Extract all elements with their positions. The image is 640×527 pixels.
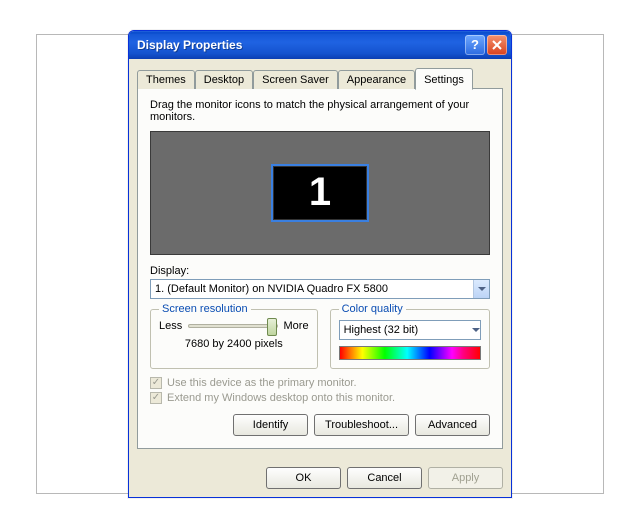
- primary-monitor-checkbox: ✓ Use this device as the primary monitor…: [150, 377, 490, 389]
- dialog-buttons: OK Cancel Apply: [129, 459, 511, 497]
- window-title: Display Properties: [137, 38, 463, 52]
- display-properties-dialog: Display Properties ? Themes Desktop Scre…: [128, 30, 512, 498]
- ok-button[interactable]: OK: [266, 467, 341, 489]
- display-dropdown[interactable]: 1. (Default Monitor) on NVIDIA Quadro FX…: [150, 279, 490, 299]
- titlebar[interactable]: Display Properties ?: [129, 31, 511, 59]
- color-quality-dropdown[interactable]: Highest (32 bit): [339, 320, 481, 340]
- settings-panel: Drag the monitor icons to match the phys…: [137, 88, 503, 449]
- tab-appearance[interactable]: Appearance: [338, 70, 415, 89]
- resolution-group: Screen resolution Less More 7680 by 2400…: [150, 309, 318, 369]
- troubleshoot-button[interactable]: Troubleshoot...: [314, 414, 409, 436]
- resolution-slider-thumb[interactable]: [267, 318, 277, 336]
- color-quality-group: Color quality Highest (32 bit): [330, 309, 490, 369]
- extend-desktop-label: Extend my Windows desktop onto this moni…: [167, 392, 395, 404]
- resolution-more-label: More: [284, 320, 309, 332]
- close-icon: [492, 40, 502, 50]
- tab-desktop[interactable]: Desktop: [195, 70, 253, 89]
- apply-button: Apply: [428, 467, 503, 489]
- help-icon: ?: [471, 37, 479, 52]
- identify-button[interactable]: Identify: [233, 414, 308, 436]
- resolution-value: 7680 by 2400 pixels: [159, 338, 309, 350]
- monitor-number: 1: [309, 170, 331, 215]
- help-button[interactable]: ?: [465, 35, 485, 55]
- tab-settings[interactable]: Settings: [415, 68, 473, 90]
- cancel-button[interactable]: Cancel: [347, 467, 422, 489]
- primary-monitor-label: Use this device as the primary monitor.: [167, 377, 357, 389]
- color-spectrum: [339, 346, 481, 360]
- color-quality-legend: Color quality: [339, 303, 406, 315]
- resolution-slider[interactable]: [188, 324, 277, 328]
- tabstrip: Themes Desktop Screen Saver Appearance S…: [137, 67, 503, 88]
- outer-frame: Display Properties ? Themes Desktop Scre…: [36, 34, 604, 494]
- resolution-legend: Screen resolution: [159, 303, 251, 315]
- display-dropdown-value: 1. (Default Monitor) on NVIDIA Quadro FX…: [155, 283, 473, 295]
- checkbox-icon: ✓: [150, 377, 162, 389]
- arrangement-instruction: Drag the monitor icons to match the phys…: [150, 99, 490, 123]
- checkbox-icon: ✓: [150, 392, 162, 404]
- client-area: Themes Desktop Screen Saver Appearance S…: [129, 59, 511, 459]
- display-label: Display:: [150, 265, 490, 277]
- dropdown-arrow-icon: [473, 280, 489, 298]
- checkboxes: ✓ Use this device as the primary monitor…: [150, 377, 490, 404]
- dropdown-arrow-icon: [472, 328, 480, 332]
- close-button[interactable]: [487, 35, 507, 55]
- tab-themes[interactable]: Themes: [137, 70, 195, 89]
- panel-buttons: Identify Troubleshoot... Advanced: [150, 414, 490, 436]
- tab-screen-saver[interactable]: Screen Saver: [253, 70, 338, 89]
- extend-desktop-checkbox: ✓ Extend my Windows desktop onto this mo…: [150, 392, 490, 404]
- resolution-less-label: Less: [159, 320, 182, 332]
- groups-row: Screen resolution Less More 7680 by 2400…: [150, 309, 490, 369]
- monitor-1[interactable]: 1: [271, 164, 369, 222]
- color-quality-value: Highest (32 bit): [344, 324, 472, 336]
- monitor-arrangement-area[interactable]: 1: [150, 131, 490, 255]
- advanced-button[interactable]: Advanced: [415, 414, 490, 436]
